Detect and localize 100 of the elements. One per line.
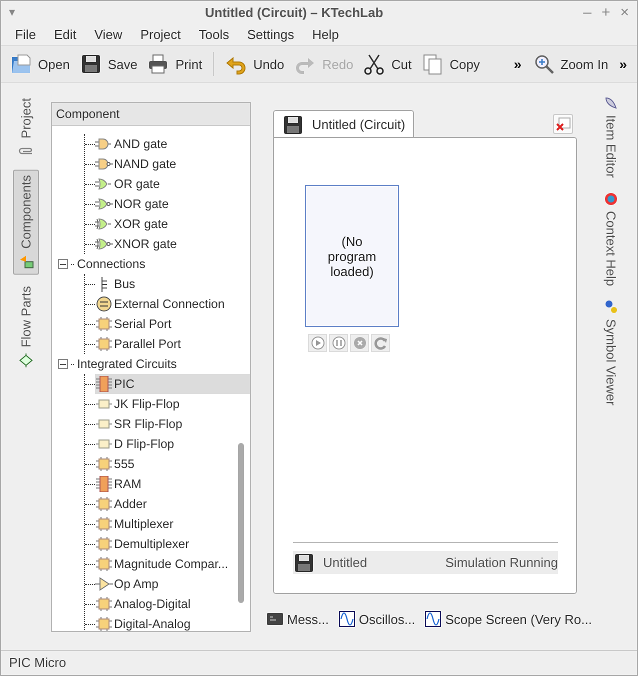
lifebuoy-icon: [604, 192, 618, 206]
overflow-button[interactable]: »: [508, 56, 528, 72]
chip-icon: [95, 556, 113, 572]
chip-icon: [95, 316, 113, 332]
tree-item[interactable]: Op Amp: [95, 574, 250, 594]
waveform-icon: [425, 611, 442, 627]
close-document-button[interactable]: [553, 114, 573, 134]
floppy-icon: [80, 53, 102, 75]
menu-item[interactable]: Tools: [190, 26, 238, 42]
tree-item[interactable]: OR gate: [95, 174, 250, 194]
tree-item[interactable]: Parallel Port: [95, 334, 250, 354]
xor-gate-icon: [95, 216, 113, 232]
tree-item[interactable]: Demultiplexer: [95, 534, 250, 554]
status-text: PIC Micro: [9, 655, 66, 670]
tree-item[interactable]: NAND gate: [95, 154, 250, 174]
chip-icon: [95, 516, 113, 532]
tree-item[interactable]: D Flip-Flop: [95, 434, 250, 454]
column-header: Component: [52, 103, 250, 126]
ic-chip-icon: [95, 476, 113, 492]
nand-gate-icon: [95, 156, 113, 172]
chip-icon: [95, 536, 113, 552]
zoom-in-icon: [532, 53, 555, 75]
toolbar-button[interactable]: Cut: [358, 50, 417, 78]
and-gate-icon: [95, 136, 113, 152]
menu-item[interactable]: Edit: [46, 26, 84, 42]
tree-item[interactable]: PIC: [95, 374, 250, 394]
menu-item[interactable]: Settings: [239, 26, 302, 42]
chip-icon: [95, 496, 113, 512]
run-button[interactable]: [308, 334, 327, 352]
side-tab[interactable]: Context Help: [599, 188, 623, 290]
tree-item[interactable]: Digital-Analog: [95, 614, 250, 631]
printer-icon: [147, 53, 170, 75]
tree-item[interactable]: Bus: [95, 274, 250, 294]
chip-icon: [95, 616, 113, 631]
toolbar-button[interactable]: Save: [74, 50, 142, 78]
chip-icon: [95, 456, 113, 472]
document-tab[interactable]: Untitled (Circuit): [273, 110, 414, 138]
bus-icon: [101, 276, 107, 292]
scrollbar[interactable]: [238, 443, 244, 603]
copy-pages-icon: [422, 53, 444, 75]
xnor-gate-icon: [95, 236, 113, 252]
toolbar-button[interactable]: Undo: [220, 50, 290, 78]
terminal-icon: [267, 612, 283, 626]
panel-tab[interactable]: Oscillos...: [338, 611, 416, 627]
tree-item[interactable]: XNOR gate: [95, 234, 250, 254]
tree-item[interactable]: AND gate: [95, 134, 250, 154]
side-tab[interactable]: Item Editor: [599, 93, 623, 181]
chip-icon: [95, 336, 113, 352]
tree-item[interactable]: 555: [95, 454, 250, 474]
op-amp-icon: [95, 576, 113, 592]
play-icon: [310, 336, 324, 350]
reset-button[interactable]: [371, 334, 390, 352]
tree-item[interactable]: JK Flip-Flop: [95, 394, 250, 414]
toolbar-button[interactable]: Copy: [416, 50, 485, 78]
stop-button[interactable]: [350, 334, 369, 352]
side-tab[interactable]: Symbol Viewer: [599, 297, 623, 408]
menu-item[interactable]: File: [7, 26, 44, 42]
components-icon: [18, 255, 34, 270]
scissors-icon: [363, 53, 386, 75]
tree-item[interactable]: RAM: [95, 474, 250, 494]
folder-icon: [10, 53, 32, 75]
tree-item[interactable]: Analog-Digital: [95, 594, 250, 614]
symbols-icon: [604, 300, 618, 314]
floppy-icon: [282, 114, 304, 136]
pause-button[interactable]: [329, 334, 348, 352]
tree-group[interactable]: Connections: [52, 254, 250, 274]
tree-item[interactable]: XOR gate: [95, 214, 250, 234]
floppy-icon: [293, 552, 315, 574]
menu-item[interactable]: View: [86, 26, 130, 42]
pic-component[interactable]: (No program loaded): [305, 185, 399, 327]
panel-tab[interactable]: Mess...: [267, 611, 329, 627]
side-tab[interactable]: Flow Parts: [13, 281, 39, 374]
toolbar-button[interactable]: Zoom In: [528, 50, 614, 78]
tree-item[interactable]: Multiplexer: [95, 514, 250, 534]
ic-chip-icon: [95, 376, 113, 392]
side-tab[interactable]: Project: [13, 93, 39, 164]
menu-item[interactable]: Project: [132, 26, 189, 42]
menu-item[interactable]: Help: [304, 26, 347, 42]
tree-group[interactable]: Integrated Circuits: [52, 354, 250, 374]
waveform-icon: [338, 611, 355, 627]
side-tab[interactable]: Components: [13, 170, 39, 276]
simulation-status: Simulation Running: [445, 555, 558, 570]
tree-item[interactable]: Adder: [95, 494, 250, 514]
tree-item[interactable]: SR Flip-Flop: [95, 414, 250, 434]
feather-icon: [604, 96, 618, 110]
document-name: Untitled: [323, 555, 368, 570]
panel-tab[interactable]: Scope Screen (Very Ro...: [425, 611, 592, 627]
tree-item[interactable]: Magnitude Compar...: [95, 554, 250, 574]
nor-gate-icon: [95, 196, 113, 212]
chip-icon: [95, 596, 113, 612]
toolbar-button[interactable]: Open: [5, 50, 75, 78]
tree-item[interactable]: NOR gate: [95, 194, 250, 214]
toolbar-button[interactable]: Print: [142, 50, 208, 78]
pause-icon: [332, 336, 346, 350]
tree-item[interactable]: External Connection: [95, 294, 250, 314]
or-gate-icon: [95, 176, 113, 192]
window-title: Untitled (Circuit) – KTechLab: [204, 4, 384, 20]
flowchart-icon: [18, 354, 34, 368]
tree-item[interactable]: Serial Port: [95, 314, 250, 334]
overflow-button[interactable]: »: [613, 56, 633, 72]
